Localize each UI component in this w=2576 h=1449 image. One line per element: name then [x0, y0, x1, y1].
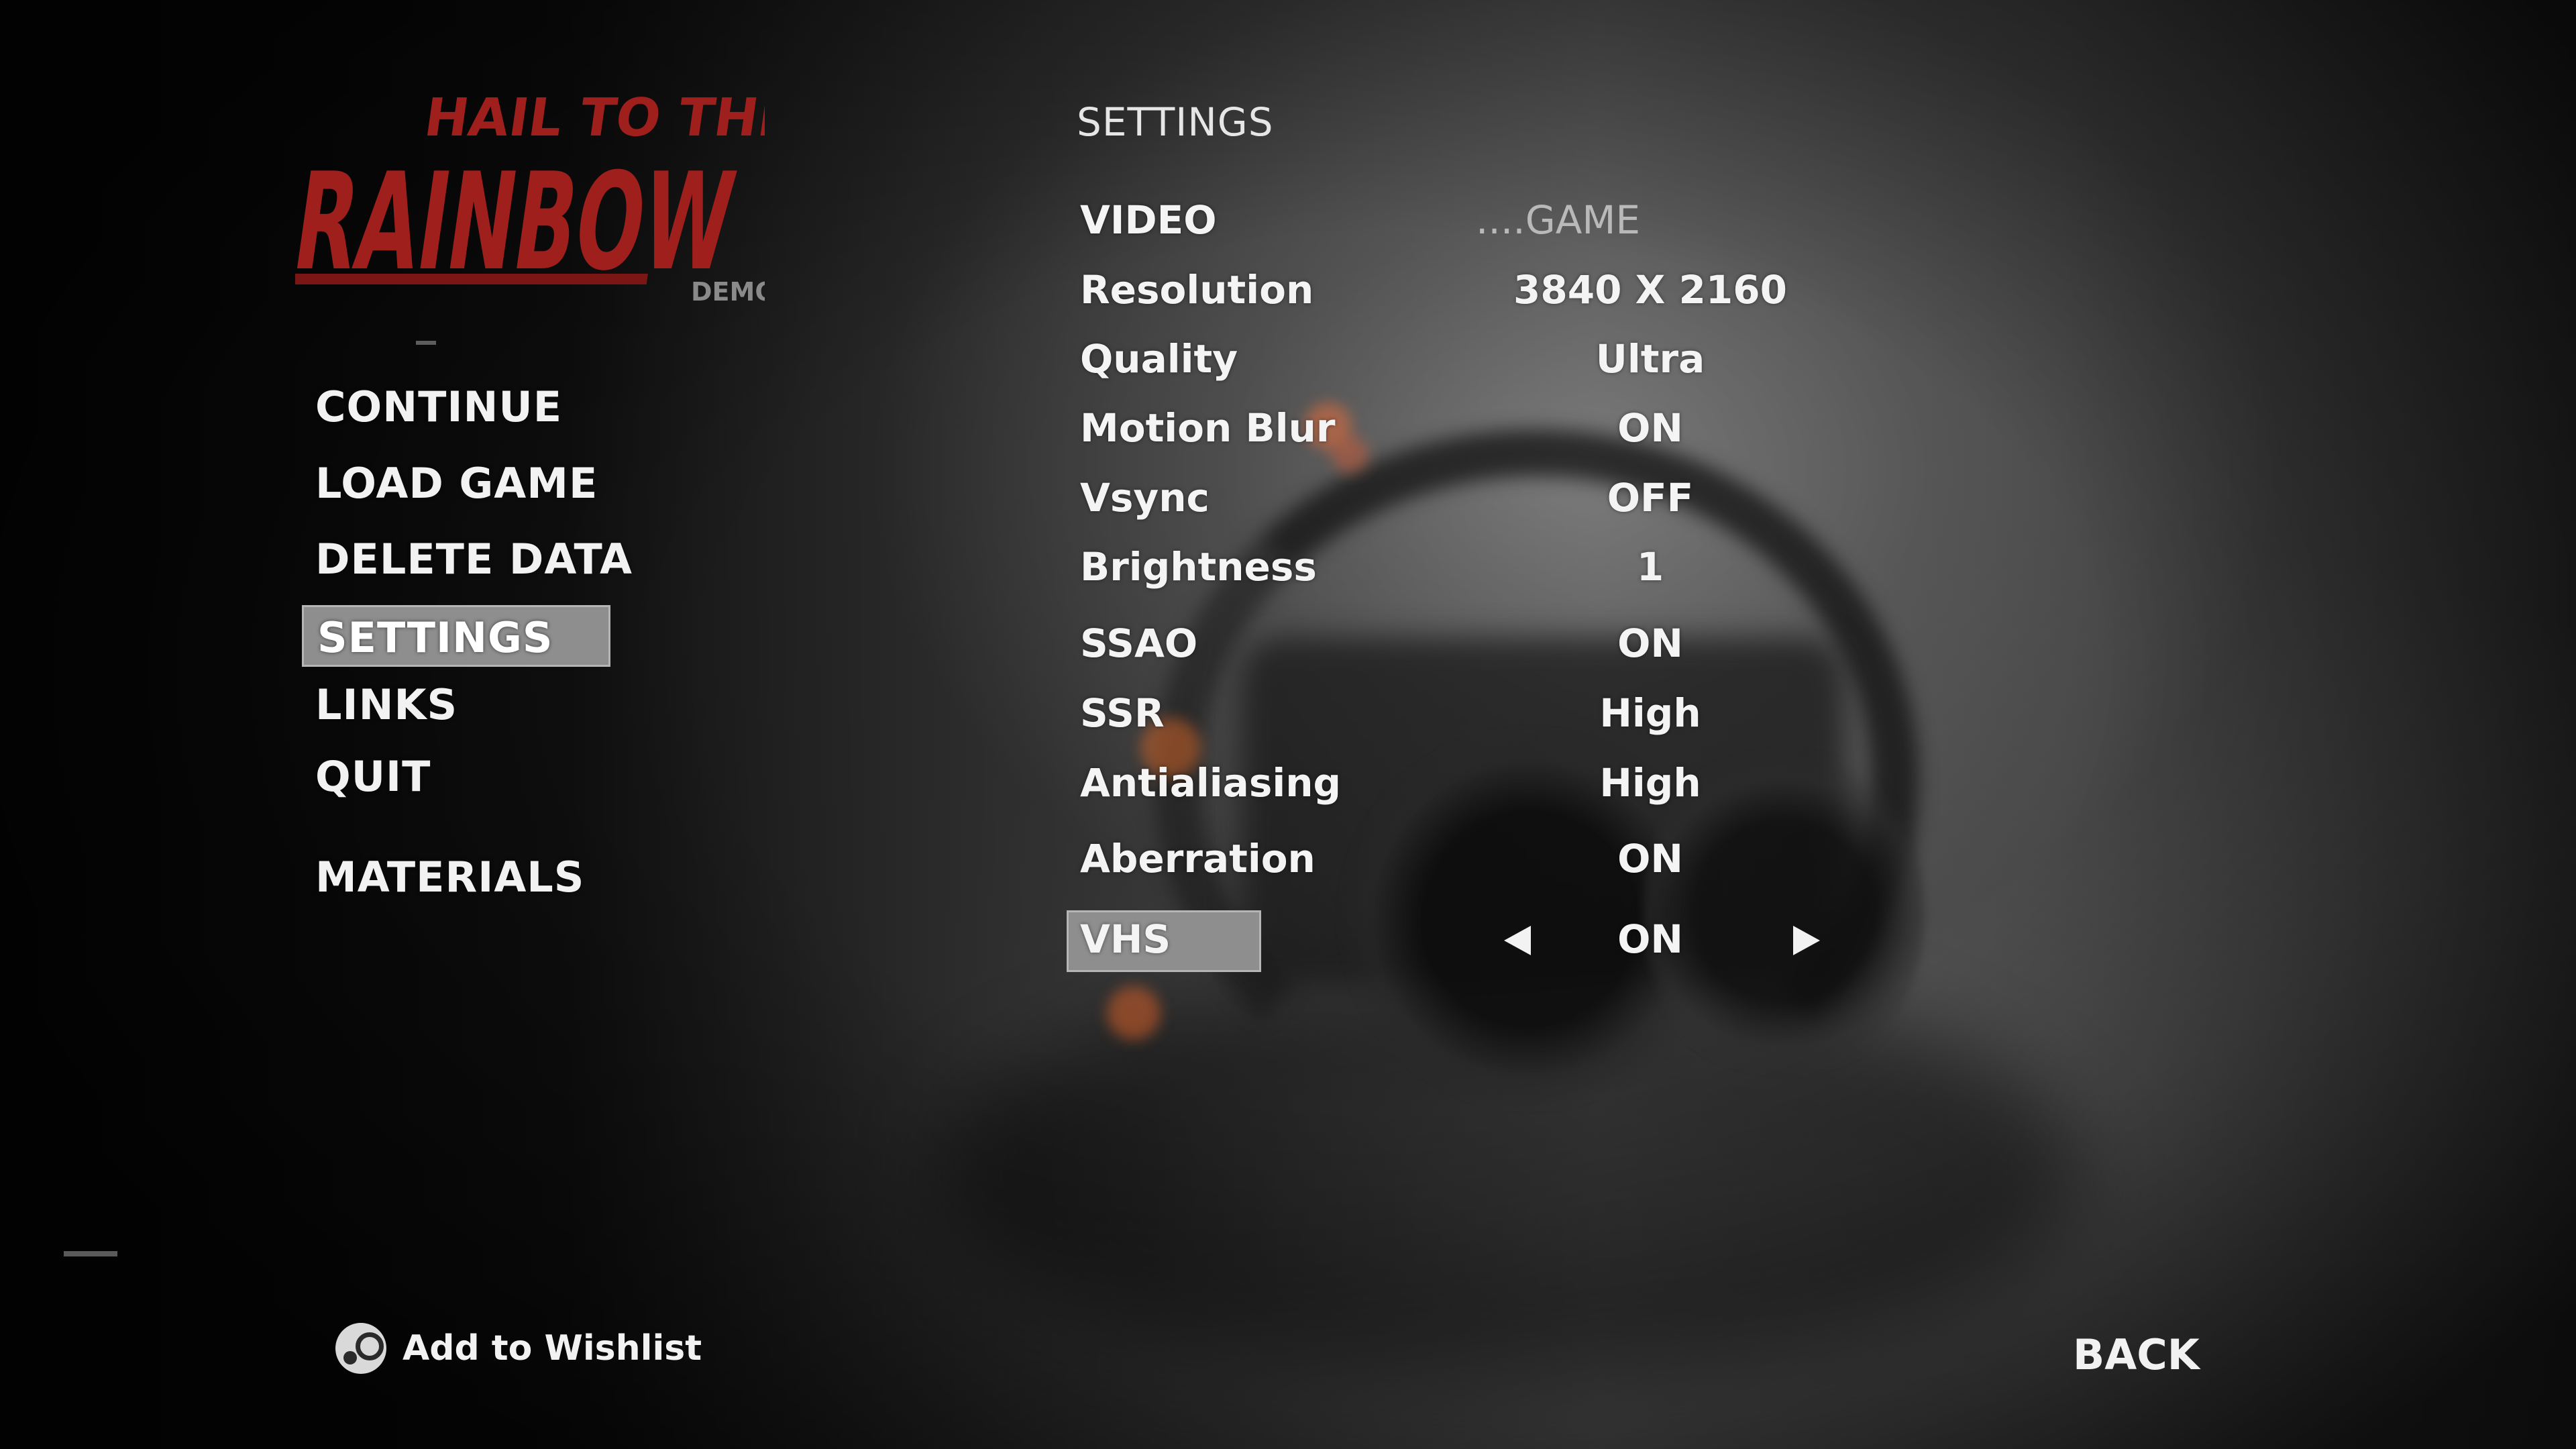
setting-label-vsync[interactable]: Vsync — [1080, 468, 1210, 528]
setting-value-quality[interactable]: Ultra — [1449, 329, 1851, 389]
tab-video[interactable]: VIDEO — [1080, 190, 1217, 250]
logo-demo-badge: DEMO — [691, 277, 765, 307]
wishlist-label: Add to Wishlist — [402, 1328, 702, 1368]
setting-value-brightness[interactable]: 1 — [1449, 537, 1851, 597]
menu-load-game[interactable]: LOAD GAME — [315, 453, 598, 515]
setting-label-resolution[interactable]: Resolution — [1080, 260, 1313, 320]
logo-underline — [295, 274, 648, 284]
decorative-dash — [416, 341, 436, 345]
tab-game[interactable]: ....GAME — [1476, 190, 1640, 250]
setting-label-vhs[interactable]: VHS — [1080, 909, 1171, 969]
menu-quit[interactable]: QUIT — [315, 746, 431, 808]
game-menu-screen: HAIL TO THE RAINBOW DEMO CONTINUE LOAD G… — [0, 0, 2576, 1449]
background-shadow — [939, 973, 2080, 1375]
setting-label-motion-blur[interactable]: Motion Blur — [1080, 398, 1335, 458]
setting-value-antialiasing[interactable]: High — [1449, 753, 1851, 813]
add-to-wishlist-button[interactable]: Add to Wishlist — [335, 1318, 702, 1379]
setting-value-vhs[interactable]: ON — [1449, 909, 1851, 969]
menu-settings[interactable]: SETTINGS — [302, 605, 610, 667]
menu-links[interactable]: LINKS — [315, 674, 458, 736]
menu-continue[interactable]: CONTINUE — [315, 376, 562, 438]
menu-materials[interactable]: MATERIALS — [315, 847, 584, 908]
steam-icon — [335, 1323, 386, 1374]
setting-label-ssr[interactable]: SSR — [1080, 683, 1165, 743]
setting-value-ssr[interactable]: High — [1449, 683, 1851, 743]
decorative-dash — [64, 1251, 117, 1256]
background-light-glow — [1107, 986, 1161, 1040]
setting-value-aberration[interactable]: ON — [1449, 828, 1851, 889]
setting-value-motion-blur[interactable]: ON — [1449, 398, 1851, 458]
arrow-right-icon[interactable] — [1793, 926, 1820, 955]
setting-label-ssao[interactable]: SSAO — [1080, 613, 1197, 674]
setting-label-quality[interactable]: Quality — [1080, 329, 1238, 389]
back-button[interactable]: BACK — [2073, 1325, 2200, 1385]
setting-value-ssao[interactable]: ON — [1449, 613, 1851, 674]
settings-title: SETTINGS — [1077, 99, 1274, 145]
setting-value-resolution[interactable]: 3840 X 2160 — [1449, 260, 1851, 320]
logo-line1: HAIL TO THE — [421, 87, 765, 148]
setting-label-antialiasing[interactable]: Antialiasing — [1080, 753, 1341, 813]
setting-label-aberration[interactable]: Aberration — [1080, 828, 1316, 889]
menu-delete-data[interactable]: DELETE DATA — [315, 529, 633, 590]
game-logo: HAIL TO THE RAINBOW DEMO — [295, 87, 765, 307]
background-light-glow — [1332, 436, 1368, 473]
setting-value-vsync[interactable]: OFF — [1449, 468, 1851, 528]
setting-label-brightness[interactable]: Brightness — [1080, 537, 1317, 597]
